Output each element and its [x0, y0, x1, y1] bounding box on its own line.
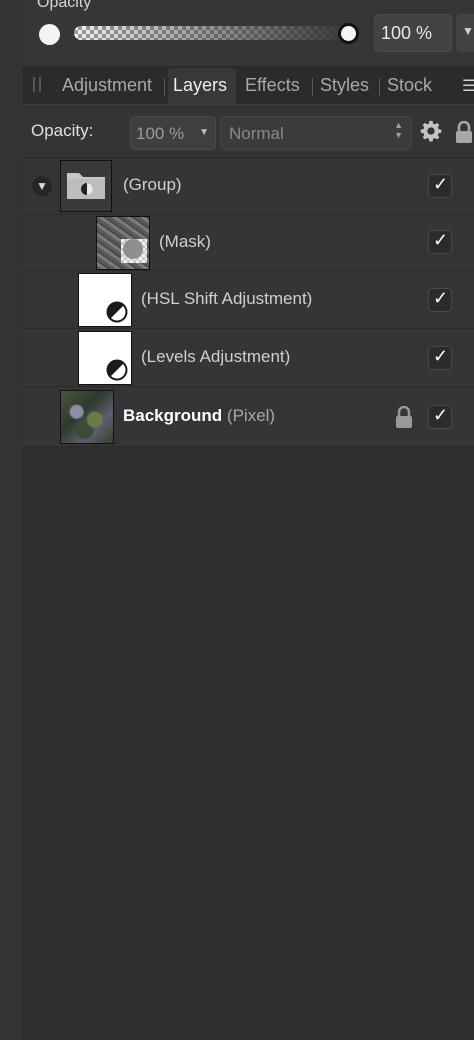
mask-thumbnail [96, 216, 150, 270]
checkmark-icon: ✓ [433, 230, 449, 250]
panel-tabs: Adjustment Layers Effects Styles Stock ☰ [22, 66, 474, 105]
tab-stock[interactable]: Stock [387, 75, 432, 96]
opacity-value-text: 100 % [381, 23, 433, 43]
layer-row-group[interactable]: ▼ (Group) ✓ [22, 158, 474, 215]
layer-name-mask[interactable]: (Mask) [159, 232, 211, 252]
layer-name-hsl-shift[interactable]: (HSL Shift Adjustment) [141, 289, 312, 309]
levels-adjustment-thumbnail [78, 331, 132, 385]
opacity-slider[interactable] [74, 26, 350, 40]
layer-opacity-label: Opacity: [31, 121, 94, 140]
layer-name-background-bold: Background [123, 406, 223, 425]
tab-layers[interactable]: Layers [173, 75, 227, 96]
left-edge-strip [0, 0, 22, 1040]
empty-layer-area [22, 447, 474, 1040]
blend-mode-select[interactable]: Normal ▲ ▼ [220, 116, 412, 150]
hsl-adjustment-thumbnail [78, 273, 132, 327]
checkmark-icon: ✓ [433, 288, 449, 308]
lock-icon[interactable] [456, 121, 472, 143]
panel-grip-icon[interactable] [33, 77, 41, 92]
layer-name-background[interactable]: Background (Pixel) [123, 406, 275, 426]
opacity-dropdown-button[interactable]: ▼ [456, 14, 474, 52]
lock-icon[interactable] [396, 406, 412, 428]
tab-separator [379, 78, 380, 96]
triangle-down-icon: ▼ [36, 179, 48, 193]
tab-adjustment[interactable]: Adjustment [62, 75, 152, 96]
stepper-arrows-icon: ▲ ▼ [394, 120, 403, 140]
adjustment-icon [106, 301, 128, 323]
chevron-down-icon: ▼ [199, 127, 209, 138]
tab-effects[interactable]: Effects [245, 75, 300, 96]
layer-name-levels[interactable]: (Levels Adjustment) [141, 347, 290, 367]
checkmark-icon: ✓ [433, 174, 449, 194]
visibility-checkbox-hsl-shift[interactable]: ✓ [428, 288, 452, 312]
layer-row-hsl-shift[interactable]: (HSL Shift Adjustment) ✓ [22, 271, 474, 329]
mask-shape [123, 239, 143, 259]
blend-mode-value: Normal [229, 124, 284, 143]
layers-panel: Opacity 100 % ▼ Adjustment Layers Effect… [22, 0, 474, 1040]
layer-opacity-value: 100 % [136, 124, 185, 143]
checkmark-icon: ✓ [433, 405, 449, 425]
tab-separator [312, 78, 313, 96]
color-swatch[interactable] [39, 24, 60, 45]
disclosure-triangle[interactable]: ▼ [32, 176, 52, 196]
opacity-label: Opacity [37, 0, 92, 11]
layer-name-group[interactable]: (Group) [123, 175, 182, 195]
adjustment-icon [106, 359, 128, 381]
visibility-checkbox-mask[interactable]: ✓ [428, 230, 452, 254]
checkmark-icon: ✓ [433, 346, 449, 366]
chevron-down-icon: ▼ [462, 24, 474, 38]
folder-icon [67, 173, 105, 199]
layer-row-levels[interactable]: (Levels Adjustment) ✓ [22, 329, 474, 387]
opacity-slider-handle[interactable] [338, 23, 359, 44]
opacity-section: Opacity 100 % ▼ [22, 0, 474, 66]
layer-opacity-select[interactable]: 100 % ▼ [130, 116, 216, 150]
visibility-checkbox-levels[interactable]: ✓ [428, 346, 452, 370]
layer-row-background[interactable]: Background (Pixel) ✓ [22, 387, 474, 447]
panel-menu-icon[interactable]: ☰ [462, 76, 474, 96]
layer-opacity-row: Opacity: 100 % ▼ Normal ▲ ▼ [22, 105, 474, 158]
layer-row-mask[interactable]: (Mask) ✓ [22, 215, 474, 271]
opacity-value-field[interactable]: 100 % [374, 14, 452, 52]
visibility-checkbox-group[interactable]: ✓ [428, 174, 452, 198]
layer-type-label: (Pixel) [226, 406, 276, 425]
gear-icon[interactable] [420, 120, 442, 142]
group-thumbnail [60, 160, 112, 212]
visibility-checkbox-background[interactable]: ✓ [428, 405, 452, 429]
tab-separator [164, 78, 165, 96]
background-thumbnail [60, 390, 114, 444]
tab-styles[interactable]: Styles [320, 75, 369, 96]
